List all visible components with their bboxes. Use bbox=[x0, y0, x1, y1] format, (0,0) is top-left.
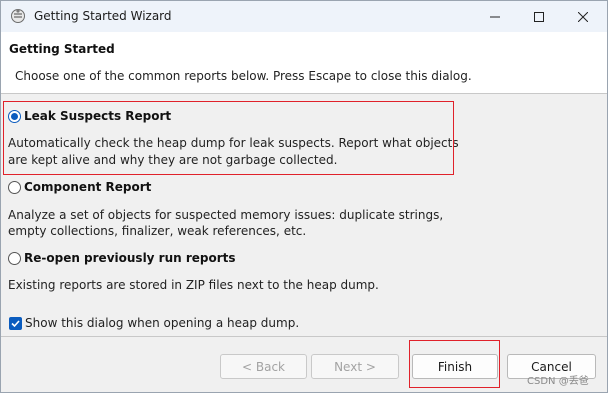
eclipse-mat-icon bbox=[11, 9, 25, 23]
checkmark-icon bbox=[11, 320, 20, 328]
component-report-label[interactable]: Component Report bbox=[24, 180, 151, 194]
title-bar[interactable]: Getting Started Wizard bbox=[1, 1, 607, 32]
reopen-reports-label[interactable]: Re-open previously run reports bbox=[24, 251, 236, 265]
component-report-description-line1: Analyze a set of objects for suspected m… bbox=[8, 208, 444, 222]
leak-suspects-highlight bbox=[3, 101, 454, 175]
footer-divider bbox=[1, 336, 607, 337]
wizard-header: Getting Started Choose one of the common… bbox=[1, 32, 607, 93]
reopen-reports-description: Existing reports are stored in ZIP files… bbox=[8, 278, 379, 292]
show-dialog-label[interactable]: Show this dialog when opening a heap dum… bbox=[25, 316, 299, 330]
close-icon bbox=[578, 11, 588, 22]
maximize-icon bbox=[534, 11, 544, 22]
page-description: Choose one of the common reports below. … bbox=[15, 69, 472, 83]
finish-highlight bbox=[409, 340, 500, 388]
close-button[interactable] bbox=[561, 1, 605, 32]
component-report-description-line2: empty collections, finalizer, weak refer… bbox=[8, 224, 307, 238]
back-button[interactable]: < Back bbox=[220, 354, 307, 379]
next-button[interactable]: Next > bbox=[311, 354, 399, 379]
wizard-window: Getting Started Wizard Getting Started C… bbox=[0, 0, 608, 393]
maximize-button[interactable] bbox=[517, 1, 561, 32]
minimize-icon bbox=[490, 16, 500, 17]
page-title: Getting Started bbox=[9, 42, 115, 56]
show-dialog-checkbox[interactable] bbox=[9, 317, 22, 330]
component-report-radio[interactable] bbox=[8, 181, 21, 194]
watermark: CSDN @丢爸 bbox=[527, 376, 589, 387]
minimize-button[interactable] bbox=[473, 1, 517, 32]
header-divider bbox=[1, 93, 607, 94]
reopen-reports-radio[interactable] bbox=[8, 252, 21, 265]
window-title: Getting Started Wizard bbox=[34, 9, 172, 23]
